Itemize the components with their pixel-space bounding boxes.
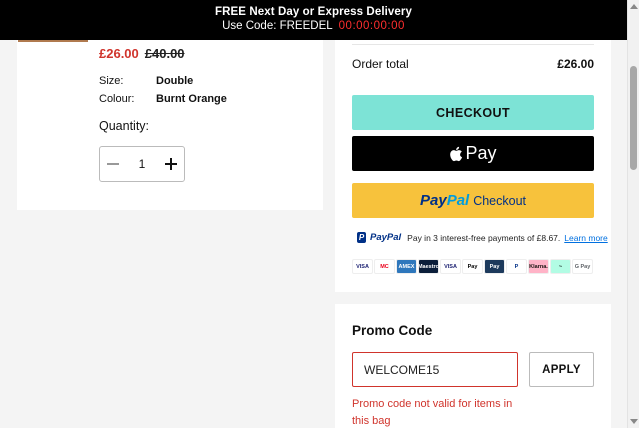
payment-method-icon: Klarna.: [528, 259, 549, 274]
paypal-logo-pay: Pay: [419, 192, 447, 209]
price-original: £40.00: [144, 46, 185, 61]
paylater-text: Pay in 3 interest-free payments of £8.67…: [407, 232, 561, 243]
size-value: Double: [156, 75, 194, 87]
payment-method-icon: AMEX: [396, 259, 417, 274]
payment-method-icon: P: [506, 259, 527, 274]
payment-method-icon: G Pay: [572, 259, 593, 274]
order-total-row: Order total £26.00: [352, 57, 594, 71]
scroll-up-arrow[interactable]: [630, 4, 638, 9]
plus-icon[interactable]: [165, 158, 177, 170]
promo-error-message: Promo code not valid for items in this b…: [352, 398, 513, 427]
apply-button[interactable]: APPLY: [529, 352, 594, 387]
paypal-checkout-label: Checkout: [473, 193, 527, 208]
paypal-icon: P: [357, 232, 366, 243]
checkout-button[interactable]: CHECKOUT: [352, 95, 594, 130]
payment-method-icon: VISA: [440, 259, 461, 274]
minus-icon[interactable]: [107, 163, 119, 165]
paylater-brand: PayPal: [370, 232, 402, 243]
size-row: Size: Double: [99, 75, 193, 87]
payment-method-icon: MC: [374, 259, 395, 274]
quantity-label: Quantity:: [99, 119, 150, 133]
paypal-checkout-button[interactable]: PayPal Checkout: [352, 183, 594, 218]
product-price: £26.00 £40.00: [99, 46, 185, 61]
paypal-logo: PayPal: [420, 192, 469, 209]
payment-method-icon: Pay: [484, 259, 505, 274]
quantity-value[interactable]: 1: [139, 157, 146, 171]
product-image-edge: [18, 40, 88, 42]
payment-methods: VISA MC AMEX Maestro VISA Pay Pay P Klarna. ~ G Pa…: [352, 259, 593, 274]
promo-banner: FREE Next Day or Express Delivery Use Co…: [0, 0, 627, 40]
countdown-timer: 00:00:00:00: [338, 20, 405, 32]
apple-icon: [450, 146, 463, 161]
promo-title: Promo Code: [352, 323, 433, 338]
paylater-message: P PayPal Pay in 3 interest-free payments…: [357, 232, 608, 243]
colour-label: Colour:: [99, 93, 135, 105]
apple-pay-label: Pay: [465, 143, 497, 163]
learn-more-link[interactable]: Learn more: [564, 233, 607, 243]
banner-code-line: Use Code: FREEDEL 00:00:00:00: [0, 20, 627, 32]
order-total-label: Order total: [352, 57, 409, 71]
scrollbar[interactable]: [627, 0, 639, 428]
size-label: Size:: [99, 75, 124, 87]
order-summary-card: Order total £26.00 CHECKOUT Pay PayPal C…: [335, 0, 611, 292]
price-current: £26.00: [99, 46, 139, 61]
paypal-logo-pal: Pal: [446, 192, 470, 209]
colour-value: Burnt Orange: [156, 93, 227, 105]
payment-method-icon: VISA: [352, 259, 373, 274]
colour-row: Colour: Burnt Orange: [99, 93, 227, 105]
payment-method-icon: ~: [550, 259, 571, 274]
quantity-stepper[interactable]: 1: [99, 146, 185, 182]
banner-code-text: Use Code: FREEDEL: [222, 20, 333, 32]
scroll-thumb[interactable]: [630, 66, 637, 170]
apple-pay-button[interactable]: Pay: [352, 136, 594, 171]
summary-divider: [352, 44, 594, 45]
order-total-value: £26.00: [557, 57, 594, 71]
promo-card: Promo Code APPLY Promo code not valid fo…: [335, 304, 611, 428]
promo-code-input[interactable]: [352, 352, 518, 387]
payment-method-icon: Maestro: [418, 259, 439, 274]
banner-headline: FREE Next Day or Express Delivery: [215, 6, 412, 18]
payment-method-icon: Pay: [462, 259, 483, 274]
scroll-down-arrow[interactable]: [630, 419, 638, 424]
